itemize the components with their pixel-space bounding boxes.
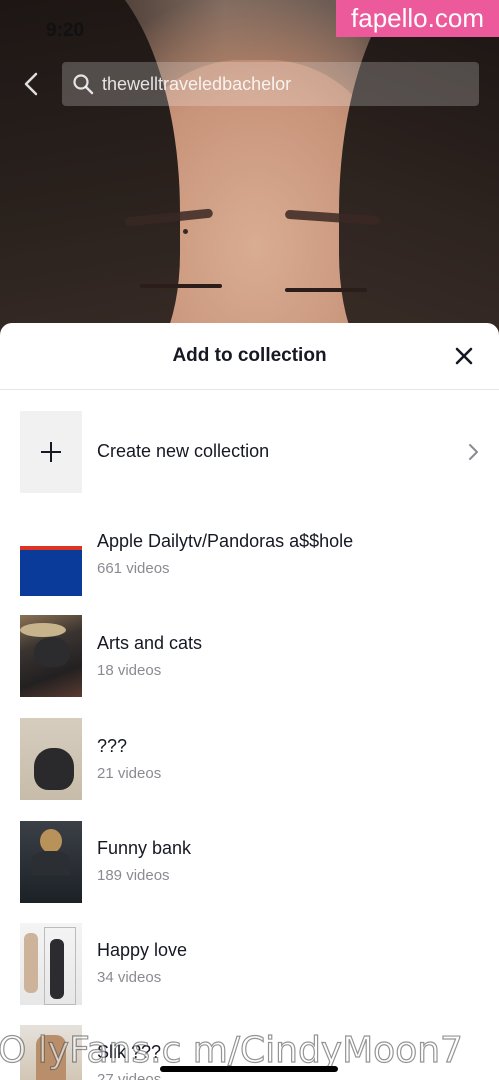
video-background [0, 0, 499, 340]
status-time: 9:20 [46, 20, 85, 41]
collection-title: Funny bank [97, 838, 192, 858]
collection-title: Arts and cats [97, 633, 203, 653]
eye-left [140, 284, 222, 288]
collection-item[interactable]: Arts and cats 18 videos [20, 615, 479, 697]
create-collection-label: Create new collection [97, 441, 270, 461]
close-button[interactable] [455, 347, 473, 365]
mole [183, 229, 188, 234]
collection-title: ??? [97, 736, 128, 756]
watermark-bottom: O lyFans.c m/CindyMoon7 [0, 1029, 464, 1071]
couple-thumb [20, 923, 82, 1005]
chevron-right-icon [469, 444, 478, 460]
collection-title: Happy love [97, 940, 188, 960]
home-indicator[interactable] [160, 1066, 338, 1072]
chevron-left-icon [24, 72, 38, 96]
newspaper-thumb [20, 514, 82, 596]
collection-item[interactable]: Funny bank 189 videos [20, 821, 479, 903]
hair-left [0, 0, 180, 340]
search-icon [73, 74, 94, 95]
back-button[interactable] [18, 70, 46, 98]
thumb-caption-box [20, 550, 82, 596]
add-to-collection-sheet: Add to collection Create new collection … [0, 323, 499, 1080]
close-icon [455, 347, 473, 365]
sheet-header: Add to collection [0, 323, 499, 390]
watermark-top: fapello.com [336, 0, 499, 37]
create-thumb [20, 411, 82, 493]
sheet-title: Add to collection [172, 345, 327, 366]
collection-item[interactable]: Apple Dailytv/Pandoras a$$hole 661 video… [20, 514, 479, 596]
collection-count: 189 videos [97, 867, 170, 884]
thumb-newspaper [22, 518, 80, 544]
collection-title: Apple Dailytv/Pandoras a$$hole [97, 531, 354, 551]
cat-thumb [20, 718, 82, 800]
collection-item[interactable]: Happy love 34 videos [20, 923, 479, 1005]
cat-hat-thumb [20, 615, 82, 697]
collection-count: 34 videos [97, 969, 162, 986]
collection-count: 661 videos [97, 560, 170, 577]
search-input[interactable]: thewelltraveledbachelor [102, 62, 472, 106]
collection-count: 27 videos [97, 1071, 162, 1080]
man-meme-thumb [20, 821, 82, 903]
collection-item[interactable]: ??? 21 videos [20, 718, 479, 800]
collection-count: 21 videos [97, 765, 162, 782]
create-collection-row[interactable]: Create new collection [20, 411, 479, 493]
eye-right [285, 288, 367, 292]
search-bar[interactable]: thewelltraveledbachelor [62, 62, 479, 106]
collection-count: 18 videos [97, 662, 162, 679]
